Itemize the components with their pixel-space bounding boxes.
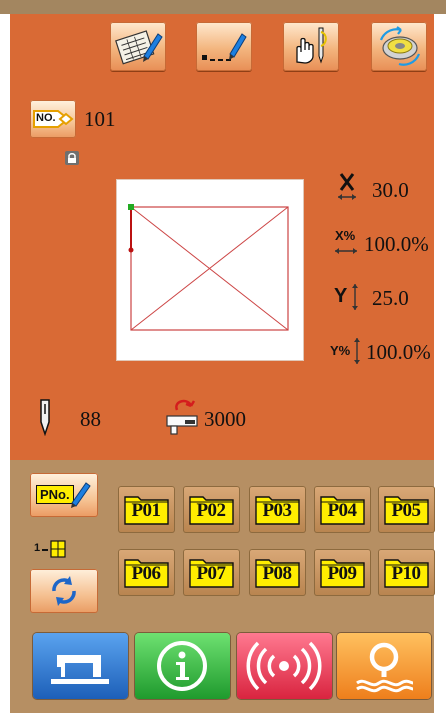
y-percent-label: Y% <box>330 343 351 358</box>
info-icon <box>157 641 207 691</box>
stitch-count-value: 3000 <box>204 407 246 431</box>
top-strip <box>0 0 446 14</box>
page-indicator-arrow <box>42 549 48 551</box>
program-button[interactable]: P06 <box>118 549 175 596</box>
program-label: P05 <box>391 500 421 521</box>
pattern-preview <box>117 180 303 360</box>
sewing-machine-icon <box>51 655 109 684</box>
magnifier-icon <box>356 642 414 693</box>
checklist-pen-icon <box>115 30 163 65</box>
right-margin <box>434 14 446 713</box>
refresh-icon <box>52 576 76 606</box>
y-size-value: 25.0 <box>372 286 409 310</box>
communication-button[interactable] <box>237 633 332 699</box>
page-indicator-number: 1 <box>34 542 41 554</box>
needle-icon <box>40 399 50 436</box>
search-button[interactable] <box>337 633 431 699</box>
page-indicator: 1 <box>34 540 84 560</box>
program-label: P10 <box>391 563 421 584</box>
program-button[interactable]: P05 <box>378 486 435 533</box>
x-size-value: 30.0 <box>372 178 409 202</box>
x-size-icon <box>338 173 356 200</box>
program-label: P02 <box>196 500 226 521</box>
program-button[interactable]: P09 <box>314 549 371 596</box>
grid-icon <box>50 540 66 558</box>
lock-icon <box>65 151 79 165</box>
program-button[interactable]: P02 <box>183 486 240 533</box>
pattern-preview-drawing <box>128 204 289 331</box>
needle-touch-button[interactable] <box>283 22 339 71</box>
x-percent-value: 100.0% <box>364 232 429 256</box>
dashed-line-pen-icon <box>202 33 247 61</box>
program-label: P01 <box>131 500 161 521</box>
y-size-icon: Y <box>334 282 362 314</box>
pattern-number-button[interactable]: NO. <box>30 100 76 138</box>
program-label: P08 <box>262 563 292 584</box>
pen-icon <box>71 482 91 508</box>
y-percent-icon: Y% <box>330 336 364 368</box>
stitch-counter-icon <box>166 399 198 435</box>
hand-needle-icon <box>296 27 327 64</box>
program-label: P04 <box>327 500 357 521</box>
program-button[interactable]: P10 <box>378 549 435 596</box>
program-label: P03 <box>262 500 292 521</box>
sewing-mode-button[interactable] <box>33 633 128 699</box>
program-button[interactable]: P04 <box>314 486 371 533</box>
x-percent-icon: X% <box>333 228 361 260</box>
y-percent-value: 100.0% <box>366 340 431 364</box>
signal-waves-icon <box>246 641 322 691</box>
needle-value: 88 <box>80 407 101 431</box>
program-button[interactable]: P03 <box>249 486 306 533</box>
info-button[interactable] <box>135 633 230 699</box>
stitch-program-button[interactable] <box>196 22 252 71</box>
pno-edit-button[interactable]: PNo. <box>30 473 98 517</box>
bobbin-wind-button[interactable] <box>371 22 427 71</box>
left-margin <box>0 14 10 713</box>
pattern-number-value: 101 <box>84 107 116 131</box>
program-button[interactable]: P01 <box>118 486 175 533</box>
program-label: P07 <box>196 563 226 584</box>
x-percent-label: X% <box>335 228 356 243</box>
pattern-no-label: NO. <box>36 112 56 124</box>
pattern-edit-button[interactable] <box>110 22 166 71</box>
y-size-label: Y <box>334 285 348 307</box>
program-label: P06 <box>131 563 161 584</box>
program-button[interactable]: P08 <box>249 549 306 596</box>
bobbin-icon <box>379 26 421 66</box>
page-switch-button[interactable] <box>30 569 98 613</box>
program-label: P09 <box>327 563 357 584</box>
program-button[interactable]: P07 <box>183 549 240 596</box>
